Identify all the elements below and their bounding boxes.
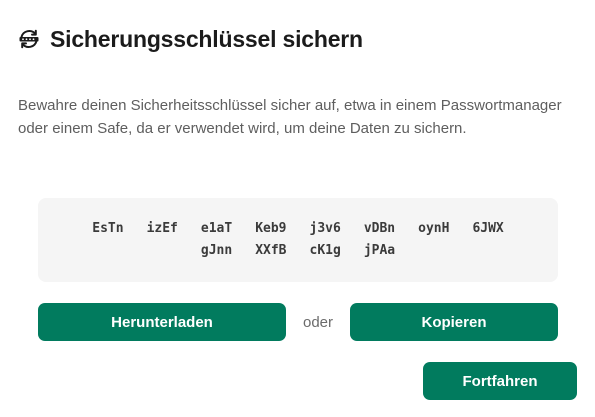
key-chunk: gJnn (200, 243, 233, 258)
security-key-dialog: Sicherungsschlüssel sichern Bewahre dein… (0, 0, 595, 417)
key-chunk: izEf (146, 221, 178, 236)
or-separator: oder (302, 313, 334, 331)
key-chunk: EsTn (92, 221, 124, 236)
key-chunk: 6JWX (472, 221, 504, 236)
dialog-title: Sicherungsschlüssel sichern (50, 25, 363, 52)
key-chunk: XXfB (255, 243, 287, 258)
key-chunk: vDBn (363, 221, 396, 236)
dialog-header: Sicherungsschlüssel sichern (18, 24, 363, 54)
key-chunk: jPAa (363, 243, 396, 258)
copy-button[interactable]: Kopieren (350, 303, 558, 341)
dialog-description: Bewahre deinen Sicherheitsschlüssel sich… (18, 97, 562, 137)
download-button[interactable]: Herunterladen (38, 303, 286, 341)
key-chunk: oynH (418, 221, 450, 236)
key-chunk: Keb9 (255, 221, 287, 236)
continue-button[interactable]: Fortfahren (423, 362, 577, 400)
key-sync-icon (18, 28, 40, 50)
key-chunk: cK1g (309, 243, 341, 258)
key-chunk: e1aT (200, 221, 233, 236)
key-chunk: j3v6 (309, 221, 341, 236)
security-key-display: EsTn izEf e1aT Keb9 j3v6 vDBn oynH 6JWX gJnn XXfB… (38, 198, 558, 282)
